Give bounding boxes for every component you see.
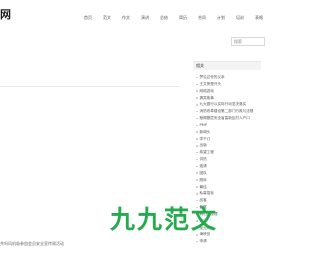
bullet-icon bbox=[196, 199, 198, 202]
sidebar-link[interactable]: 供热 bbox=[193, 156, 261, 163]
article-link[interactable]: 共吗风机吸参加会员安全宣传周活动 bbox=[0, 241, 64, 246]
bullet-icon bbox=[196, 151, 198, 154]
sidebar-link[interactable]: 消防改革建设第二部门行政与法规 bbox=[193, 108, 261, 115]
sidebar-link[interactable]: 王文贺是开头 bbox=[193, 81, 261, 88]
sidebar-link[interactable]: PMP bbox=[193, 122, 261, 129]
watermark-logo: 九九范文 bbox=[110, 205, 219, 234]
sidebar-link-label: 九大银行以实际行动坚决落实 bbox=[199, 102, 247, 107]
sidebar-link[interactable]: 申请 bbox=[193, 238, 261, 245]
sidebar-link-label: PMP bbox=[199, 122, 207, 127]
sidebar-link[interactable]: 顺序 bbox=[193, 177, 261, 184]
nav-item-jihua[interactable]: 计划 bbox=[217, 15, 225, 20]
sidebar-link[interactable]: 粮棉基层安全省高新区村人户口 bbox=[193, 115, 261, 122]
site-logo-fragment[interactable]: 网 bbox=[0, 8, 11, 22]
sidebar-link[interactable]: 九大银行以实际行动坚决落实 bbox=[193, 101, 261, 108]
sidebar-link-label: 王文贺是开头 bbox=[199, 81, 222, 86]
bullet-icon bbox=[196, 138, 198, 140]
sidebar-link[interactable]: 搞笑故事 bbox=[193, 95, 261, 102]
sidebar-link-label: 顺序 bbox=[199, 177, 207, 182]
bullet-icon bbox=[196, 76, 198, 79]
nav-item-fanwen[interactable]: 范文 bbox=[103, 15, 111, 20]
search-input[interactable]: 搜索 bbox=[231, 37, 265, 46]
bullet-icon bbox=[196, 179, 198, 181]
sidebar-link-label: 邀请 bbox=[199, 163, 207, 168]
sidebar-link-label: 网络游戏 bbox=[199, 88, 214, 93]
nav-item-hetong[interactable]: 合同 bbox=[198, 15, 206, 20]
nav-item-jianli[interactable]: 简历 bbox=[179, 15, 187, 20]
sidebar-link-label: 私募招标 bbox=[199, 191, 214, 196]
sidebar-link[interactable]: 网络游戏 bbox=[193, 88, 261, 95]
sidebar-link[interactable]: 希望工程 bbox=[193, 149, 261, 156]
bullet-icon bbox=[196, 131, 198, 133]
bullet-icon bbox=[196, 158, 198, 161]
sidebar-link[interactable]: 学干订 bbox=[193, 136, 261, 143]
bullet-icon bbox=[196, 124, 198, 127]
bullet-icon bbox=[196, 97, 198, 99]
sidebar: 相关 梦见过世的父亲 王文贺是开头 网络游戏 搞笑故事 九大银行以实际行动坚决落… bbox=[193, 61, 261, 274]
sidebar-link[interactable]: 私募招标 bbox=[193, 190, 261, 197]
sidebar-link-label: 新闻头 bbox=[199, 129, 211, 134]
sidebar-link-label: 搞笑故事 bbox=[199, 95, 214, 100]
bullet-icon bbox=[196, 110, 198, 113]
bullet-icon bbox=[196, 83, 198, 86]
nav-item-home[interactable]: 首页 bbox=[84, 15, 92, 20]
sidebar-link-label: 供热 bbox=[199, 157, 207, 162]
sidebar-link-label: 粮棉基层安全省高新区村人户口 bbox=[199, 116, 250, 121]
divider bbox=[0, 86, 180, 87]
bullet-icon bbox=[196, 90, 198, 92]
sidebar-link-label: 申请 bbox=[199, 239, 207, 244]
sidebar-link-label: 品客 bbox=[199, 198, 207, 203]
bullet-icon bbox=[196, 172, 198, 174]
sidebar-title: 相关 bbox=[193, 61, 261, 70]
sidebar-link-label: 团队 bbox=[199, 170, 207, 175]
sidebar-link-label: 最佳 bbox=[199, 184, 207, 189]
sidebar-link[interactable]: 梦见过世的父亲 bbox=[193, 74, 261, 81]
sidebar-link[interactable]: 团队 bbox=[193, 170, 261, 177]
sidebar-link[interactable]: 最佳 bbox=[193, 184, 261, 191]
nav-item-biaoge[interactable]: 表格 bbox=[255, 15, 263, 20]
sidebar-link-label: 消防改革建设第二部门行政与法规 bbox=[199, 109, 254, 114]
sidebar-link-label: 学干订 bbox=[199, 136, 211, 141]
bullet-icon bbox=[196, 117, 198, 120]
bullet-icon bbox=[196, 193, 198, 195]
bullet-icon bbox=[196, 104, 198, 106]
bullet-icon bbox=[196, 165, 198, 168]
bullet-icon bbox=[196, 145, 198, 147]
top-nav: 首页 范文 作文 演讲 总结 简历 合同 计划 培训 表格 bbox=[84, 15, 263, 20]
nav-item-peixun[interactable]: 培训 bbox=[236, 15, 244, 20]
nav-item-zuowen[interactable]: 作文 bbox=[122, 15, 130, 20]
sidebar-link[interactable]: 出版 bbox=[193, 142, 261, 149]
sidebar-link[interactable]: 邀请 bbox=[193, 163, 261, 170]
sidebar-link-label: 梦见过世的父亲 bbox=[199, 75, 225, 79]
bullet-icon bbox=[196, 186, 198, 188]
nav-item-zongjie[interactable]: 总结 bbox=[160, 15, 168, 20]
sidebar-link[interactable]: 品客 bbox=[193, 197, 261, 204]
sidebar-link[interactable]: 新闻头 bbox=[193, 129, 261, 136]
nav-item-yanjiang[interactable]: 演讲 bbox=[141, 15, 149, 20]
sidebar-link-label: 希望工程 bbox=[199, 150, 214, 155]
bullet-icon bbox=[196, 234, 198, 236]
bullet-icon bbox=[196, 240, 198, 243]
sidebar-link-label: 出版 bbox=[199, 143, 207, 148]
